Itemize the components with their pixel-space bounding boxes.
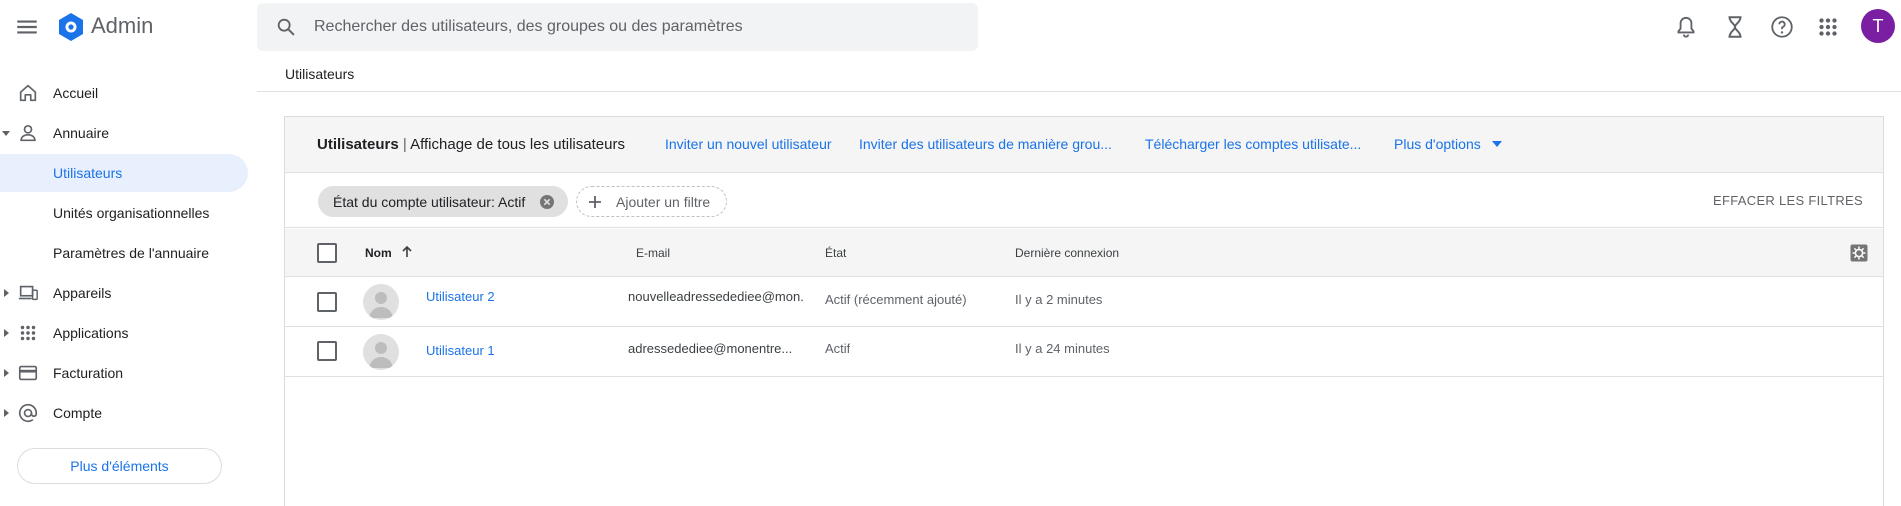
sidebar-item-parametres-annuaire[interactable]: Paramètres de l'annuaire — [0, 234, 248, 272]
caret-down-icon[interactable] — [1, 128, 11, 138]
user-name-link[interactable]: Utilisateur 1 — [426, 343, 495, 358]
sidebar-item-label: Paramètres de l'annuaire — [53, 245, 209, 261]
sidebar-item-label: Utilisateurs — [53, 165, 123, 181]
users-toolbar: Utilisateurs | Affichage de tous les uti… — [285, 117, 1883, 173]
breadcrumb[interactable]: Utilisateurs — [285, 66, 354, 82]
panel-title-subtitle: Affichage de tous les utilisateurs — [410, 136, 625, 153]
plus-icon — [587, 194, 603, 210]
hourglass-icon[interactable] — [1722, 14, 1748, 40]
row-checkbox[interactable] — [317, 341, 337, 361]
panel-title: Utilisateurs | Affichage de tous les uti… — [317, 136, 625, 153]
caret-right-icon[interactable] — [1, 288, 11, 298]
column-header-status[interactable]: État — [825, 246, 846, 260]
download-accounts-link[interactable]: Télécharger les comptes utilisate... — [1145, 136, 1361, 152]
close-icon[interactable] — [539, 194, 555, 210]
sidebar-item-appareils[interactable]: Appareils — [0, 274, 248, 312]
top-bar: Admin T — [0, 0, 1901, 54]
credit-card-icon — [17, 362, 39, 384]
caret-right-icon[interactable] — [1, 328, 11, 338]
search-input[interactable] — [314, 3, 954, 51]
user-email: nouvelleadressedediee@mon... — [628, 289, 803, 304]
panel-title-separator: | — [398, 136, 411, 153]
user-last-login: Il y a 2 minutes — [1015, 292, 1103, 307]
apps-grid-icon[interactable] — [1815, 14, 1841, 40]
filter-chip-label: État du compte utilisateur: Actif — [333, 194, 526, 210]
person-icon — [17, 122, 39, 144]
sidebar-item-utilisateurs[interactable]: Utilisateurs — [0, 154, 248, 192]
apps-icon — [17, 322, 39, 344]
sidebar-item-label: Unités organisationnelles — [53, 205, 210, 221]
sidebar-item-label: Appareils — [53, 285, 112, 301]
devices-icon — [17, 282, 39, 304]
search-bar[interactable] — [257, 3, 978, 51]
sidebar-item-applications[interactable]: Applications — [0, 314, 248, 352]
sidebar-item-compte[interactable]: Compte — [0, 394, 248, 432]
filter-bar: État du compte utilisateur: Actif Ajoute… — [285, 174, 1883, 228]
panel-title-main: Utilisateurs — [317, 136, 399, 153]
filter-chip[interactable]: État du compte utilisateur: Actif — [318, 186, 568, 217]
sidebar-item-label: Applications — [53, 325, 129, 341]
more-options-link[interactable]: Plus d'options — [1394, 136, 1481, 152]
table-row[interactable]: Utilisateur 1 adressedediee@monentre... … — [285, 328, 1883, 377]
caret-right-icon[interactable] — [1, 368, 11, 378]
table-header: Nom E-mail État Dernière connexion — [285, 229, 1883, 277]
caret-down-icon[interactable] — [1491, 139, 1503, 149]
caret-right-icon[interactable] — [1, 408, 11, 418]
bulk-invite-link[interactable]: Inviter des utilisateurs de manière grou… — [859, 136, 1112, 152]
select-all-checkbox[interactable] — [317, 243, 337, 263]
sidebar-item-label: Accueil — [53, 85, 99, 101]
home-icon — [17, 82, 39, 104]
add-filter-label: Ajouter un filtre — [616, 194, 711, 210]
user-avatar — [363, 284, 399, 320]
sidebar-item-facturation[interactable]: Facturation — [0, 354, 248, 392]
sidebar-item-unites-organisationnelles[interactable]: Unités organisationnelles — [0, 194, 248, 232]
sidebar-item-label: Compte — [53, 405, 103, 421]
user-last-login: Il y a 24 minutes — [1015, 341, 1110, 356]
admin-logo-icon[interactable] — [56, 12, 86, 42]
search-icon[interactable] — [275, 16, 297, 38]
sidebar-item-label: Annuaire — [53, 125, 110, 141]
user-status: Actif (récemment ajouté) — [825, 292, 967, 307]
user-avatar — [363, 334, 399, 370]
at-sign-icon — [17, 402, 39, 424]
app-title[interactable]: Admin — [91, 13, 153, 39]
user-status: Actif — [825, 341, 851, 356]
column-header-name[interactable]: Nom — [365, 246, 392, 260]
column-header-email[interactable]: E-mail — [636, 246, 670, 260]
divider — [257, 91, 1901, 92]
arrow-up-icon[interactable] — [400, 245, 414, 259]
column-header-last-login[interactable]: Dernière connexion — [1015, 246, 1119, 260]
menu-icon[interactable] — [14, 14, 40, 40]
sidebar-item-label: Facturation — [53, 365, 124, 381]
invite-user-link[interactable]: Inviter un nouvel utilisateur — [665, 136, 832, 152]
bell-icon[interactable] — [1673, 14, 1699, 40]
row-checkbox[interactable] — [317, 292, 337, 312]
settings-icon[interactable] — [1850, 244, 1868, 262]
sidebar-item-accueil[interactable]: Accueil — [0, 74, 248, 112]
user-name-link[interactable]: Utilisateur 2 — [426, 289, 495, 304]
sidebar-item-annuaire[interactable]: Annuaire — [0, 114, 248, 152]
clear-filters-button[interactable]: EFFACER LES FILTRES — [1713, 193, 1863, 208]
table-row[interactable]: Utilisateur 2 nouvelleadressedediee@mon.… — [285, 278, 1883, 327]
add-filter-button[interactable]: Ajouter un filtre — [576, 186, 727, 217]
help-icon[interactable] — [1769, 14, 1795, 40]
account-avatar[interactable]: T — [1861, 9, 1895, 43]
user-email: adressedediee@monentre... — [628, 341, 793, 356]
more-elements-button[interactable]: Plus d'éléments — [17, 448, 222, 484]
sidebar: Accueil Annuaire Utilisateurs Unités org… — [0, 54, 257, 506]
users-panel: Utilisateurs | Affichage de tous les uti… — [284, 116, 1884, 506]
